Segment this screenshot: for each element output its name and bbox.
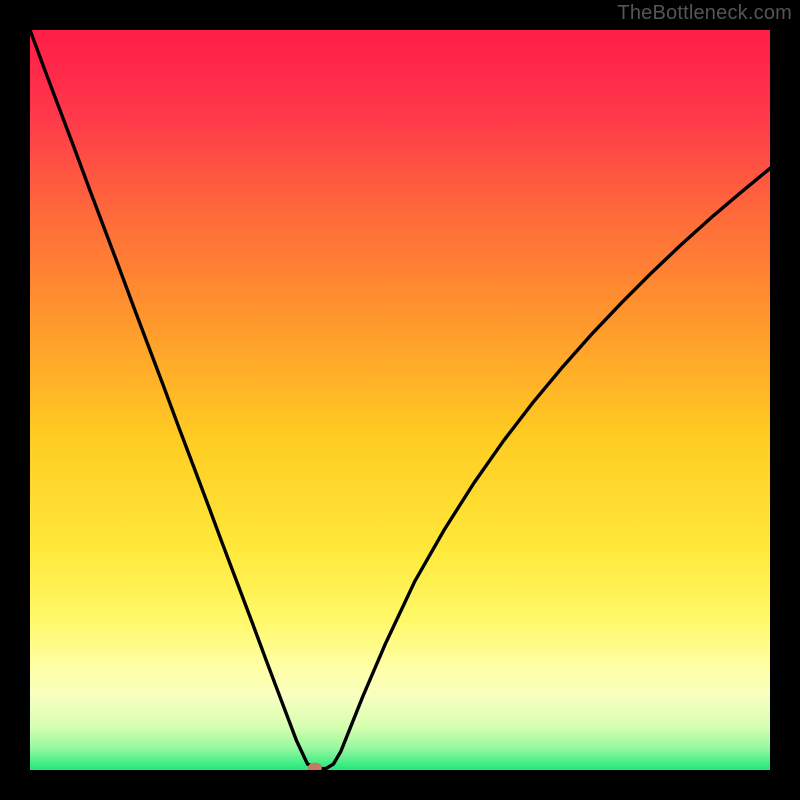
attribution-text: TheBottleneck.com [617, 2, 792, 25]
gradient-background [30, 30, 770, 770]
chart-svg [30, 30, 770, 770]
chart-container: TheBottleneck.com [0, 0, 800, 800]
plot-area [30, 30, 770, 770]
